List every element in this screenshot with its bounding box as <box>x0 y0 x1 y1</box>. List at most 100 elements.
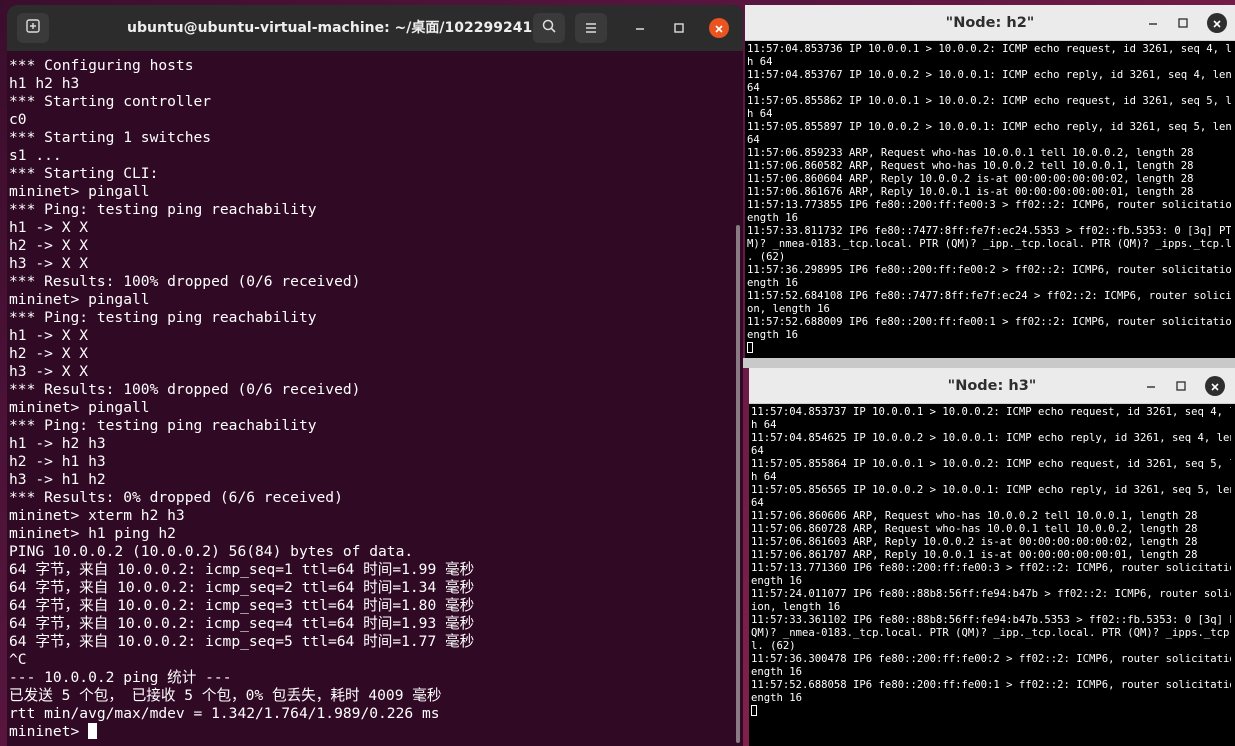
text-cursor <box>88 723 98 739</box>
output-line: 11:57:36.298995 IP6 fe80::200:ff:fe00:2 … <box>747 264 1231 276</box>
prompt-line[interactable] <box>747 342 1231 355</box>
output-line: 11:57:06.860606 ARP, Request who-has 10.… <box>751 510 1198 522</box>
minimize-button[interactable] <box>1143 13 1163 33</box>
output-line: h 64 <box>747 108 773 120</box>
output-line: 64 字节，来自 10.0.0.2: icmp_seq=2 ttl=64 时间=… <box>9 579 475 596</box>
output-line: h1 -> h2 h3 <box>9 435 106 452</box>
output-line: ength 16 <box>747 329 799 341</box>
terminal-output[interactable]: *** Configuring hosts h1 h2 h3 *** Startin… <box>7 51 731 746</box>
window-title: ubuntu@ubuntu-virtual-machine: ~/桌面/1022… <box>127 20 533 36</box>
output-line: 11:57:13.771360 IP6 fe80::200:ff:fe00:3 … <box>751 562 1231 574</box>
output-line: 64 <box>751 497 764 509</box>
output-line: M)? _nmea-0183._tcp.local. PTR (QM)? _ip… <box>747 238 1231 250</box>
output-line: 11:57:13.773855 IP6 fe80::200:ff:fe00:3 … <box>747 199 1231 211</box>
output-line: 11:57:04.853767 IP 10.0.0.2 > 10.0.0.1: … <box>747 69 1231 81</box>
output-line: h 64 <box>747 56 773 68</box>
main-terminal-titlebar[interactable]: ubuntu@ubuntu-virtual-machine: ~/桌面/1022… <box>7 5 743 51</box>
output-line: 64 字节，来自 10.0.0.2: icmp_seq=1 ttl=64 时间=… <box>9 561 475 578</box>
output-line: --- 10.0.0.2 ping 统计 --- <box>9 669 232 686</box>
scrollbar[interactable] <box>736 225 740 743</box>
output-line: h2 -> X X <box>9 345 89 362</box>
output-line: c0 <box>9 111 27 128</box>
xterm-h2-titlebar[interactable]: "Node: h2" <box>745 5 1235 41</box>
maximize-button[interactable] <box>1171 376 1191 396</box>
output-line: 11:57:36.300478 IP6 fe80::200:ff:fe00:2 … <box>751 653 1231 665</box>
minimize-icon <box>634 19 646 38</box>
output-line: ength 16 <box>751 692 803 704</box>
close-button[interactable] <box>1205 376 1225 396</box>
output-line: 11:57:33.361102 IP6 fe80::88b8:56ff:fe94… <box>751 614 1231 626</box>
output-line: *** Starting 1 switches <box>9 129 212 146</box>
output-line: 已发送 5 个包， 已接收 5 个包，0% 包丢失，耗时 4009 毫秒 <box>9 687 442 704</box>
close-icon <box>1212 14 1222 33</box>
output-line: rtt min/avg/max/mdev = 1.342/1.764/1.989… <box>9 705 440 722</box>
output-line: 11:57:06.860604 ARP, Reply 10.0.0.2 is-a… <box>747 173 1194 185</box>
maximize-button[interactable] <box>669 18 689 38</box>
output-line: h3 -> X X <box>9 255 89 272</box>
window-title: "Node: h3" <box>947 378 1037 394</box>
close-icon <box>1210 377 1220 396</box>
output-line: 11:57:06.860582 ARP, Request who-has 10.… <box>747 160 1194 172</box>
minimize-button[interactable] <box>630 18 650 38</box>
output-line: mininet> h1 ping h2 <box>9 525 176 542</box>
output-line: mininet> pingall <box>9 399 150 416</box>
output-line: 11:57:04.853737 IP 10.0.0.1 > 10.0.0.2: … <box>751 406 1231 418</box>
output-line: mininet> pingall <box>9 291 150 308</box>
output-line: s1 ... <box>9 147 62 164</box>
output-line: *** Configuring hosts <box>9 57 194 74</box>
maximize-icon <box>673 19 685 38</box>
output-line: QM)? _nmea-0183._tcp.local. PTR (QM)? _i… <box>751 627 1231 639</box>
close-button[interactable] <box>1207 13 1227 33</box>
xterm-node-h3-window: "Node: h3" 11:57:04.853737 IP 10.0.0.1 >… <box>749 368 1235 746</box>
output-line: 11:57:06.861707 ARP, Reply 10.0.0.1 is-a… <box>751 549 1198 561</box>
output-line: 64 字节，来自 10.0.0.2: icmp_seq=3 ttl=64 时间=… <box>9 597 475 614</box>
output-line: *** Ping: testing ping reachability <box>9 309 317 326</box>
output-line: 11:57:52.688009 IP6 fe80::200:ff:fe00:1 … <box>747 316 1231 328</box>
xterm-h3-titlebar[interactable]: "Node: h3" <box>749 368 1235 404</box>
prompt-text: mininet> <box>9 723 89 740</box>
output-line: ength 16 <box>747 277 799 289</box>
output-line: 11:57:33.811732 IP6 fe80::7477:8ff:fe7f:… <box>747 225 1231 237</box>
output-line: 11:57:06.861676 ARP, Reply 10.0.0.1 is-a… <box>747 186 1194 198</box>
close-button[interactable] <box>709 18 729 38</box>
search-icon <box>541 18 557 38</box>
output-line: *** Results: 0% dropped (6/6 received) <box>9 489 343 506</box>
output-line: ion, length 16 <box>751 601 841 613</box>
maximize-button[interactable] <box>1173 13 1193 33</box>
hamburger-menu-icon <box>584 19 598 38</box>
text-cursor <box>747 342 753 353</box>
output-line: 11:57:06.861603 ARP, Reply 10.0.0.2 is-a… <box>751 536 1198 548</box>
output-line: *** Results: 100% dropped (0/6 received) <box>9 273 361 290</box>
output-line: l. (62) <box>751 640 796 652</box>
output-line: h1 -> X X <box>9 219 89 236</box>
output-line: h 64 <box>751 419 777 431</box>
output-line: 11:57:05.855897 IP 10.0.0.2 > 10.0.0.1: … <box>747 121 1231 133</box>
output-line: *** Ping: testing ping reachability <box>9 201 317 218</box>
output-line: PING 10.0.0.2 (10.0.0.2) 56(84) bytes of… <box>9 543 414 560</box>
xterm-h2-output[interactable]: 11:57:04.853736 IP 10.0.0.1 > 10.0.0.2: … <box>747 43 1231 358</box>
output-line: h1 -> X X <box>9 327 89 344</box>
output-line: 64 <box>747 134 760 146</box>
output-line: ength 16 <box>751 666 803 678</box>
output-line: h3 -> X X <box>9 363 89 380</box>
new-tab-icon <box>25 18 41 38</box>
search-button[interactable] <box>533 13 565 43</box>
output-line: 64 字节，来自 10.0.0.2: icmp_seq=5 ttl=64 时间=… <box>9 633 475 650</box>
prompt-line[interactable]: mininet> <box>9 723 731 741</box>
output-line: h1 h2 h3 <box>9 75 80 92</box>
output-line: 11:57:05.855862 IP 10.0.0.1 > 10.0.0.2: … <box>747 95 1231 107</box>
prompt-line[interactable] <box>751 705 1231 718</box>
output-line: 11:57:52.688058 IP6 fe80::200:ff:fe00:1 … <box>751 679 1231 691</box>
output-line: h 64 <box>751 471 777 483</box>
new-tab-button[interactable] <box>17 13 49 43</box>
maximize-icon <box>1177 14 1189 33</box>
minimize-button[interactable] <box>1141 376 1161 396</box>
output-line: 64 <box>747 82 760 94</box>
output-line: ength 16 <box>751 575 803 587</box>
output-line: . (62) <box>747 251 786 263</box>
xterm-h3-output[interactable]: 11:57:04.853737 IP 10.0.0.1 > 10.0.0.2: … <box>751 406 1231 746</box>
output-line: on, length 16 <box>747 303 830 315</box>
output-line: 11:57:04.853736 IP 10.0.0.1 > 10.0.0.2: … <box>747 43 1231 55</box>
output-line: h2 -> h1 h3 <box>9 453 106 470</box>
menu-button[interactable] <box>575 13 607 43</box>
